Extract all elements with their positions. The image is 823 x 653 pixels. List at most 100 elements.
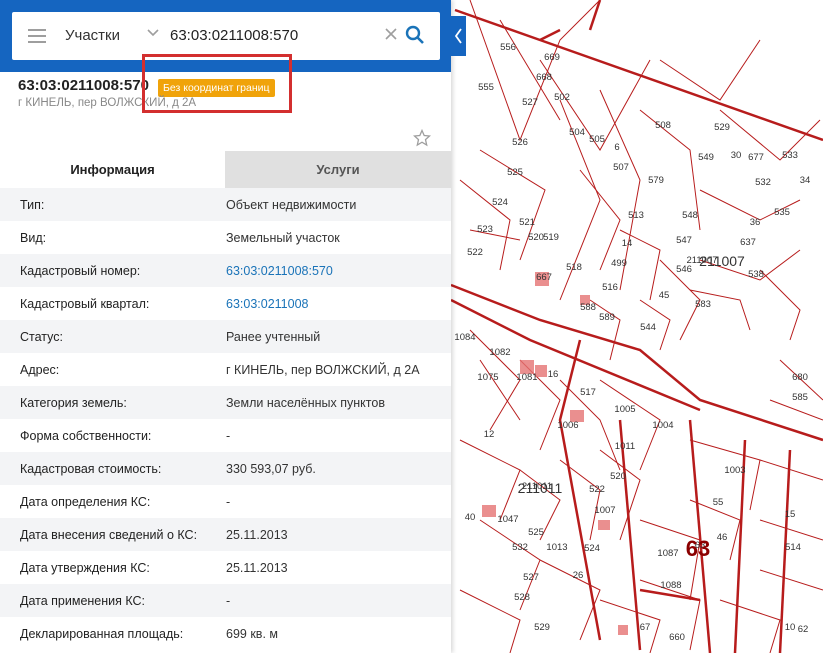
search-type-select[interactable]: Участки [65, 27, 120, 44]
building-footprint [618, 625, 628, 635]
parcel-number-label: 34 [800, 175, 811, 186]
parcel-number-label: 522 [589, 484, 605, 495]
property-value: Объект недвижимости [226, 198, 357, 212]
parcel-number-label: 507 [613, 162, 629, 173]
cadastral-quarter-label: 63 [686, 536, 710, 561]
parcel-number-label: 16 [548, 369, 559, 380]
parcel-number-label: 30 [731, 150, 742, 161]
property-row: Дата применения КС: - [0, 584, 451, 617]
parcel-number-label: 535 [774, 207, 790, 218]
property-value: - [226, 495, 231, 509]
parcel-number-label: 26 [573, 570, 584, 581]
parcel-number-label: 516 [602, 282, 618, 293]
parcel-number-label: 532 [755, 177, 771, 188]
parcel-number-label: 556 [500, 42, 516, 53]
property-label: Кадастровая стоимость: [20, 462, 162, 476]
property-row: Дата определения КС: - [0, 485, 451, 518]
building-footprint [482, 505, 496, 517]
parcel-number-label: 514 [785, 542, 801, 553]
parcel-number-label: 677 [748, 152, 764, 163]
property-value: Земельный участок [226, 231, 340, 245]
property-value: Ранее учтенный [226, 330, 321, 344]
tab-services[interactable]: Услуги [225, 151, 451, 188]
property-value: - [226, 594, 231, 608]
property-row: Вид: Земельный участок [0, 221, 451, 254]
parcel-number-label: 680 [792, 372, 808, 383]
parcel-boundary [759, 459, 823, 481]
parcel-boundary [579, 169, 621, 271]
parcel-number-label: 589 [599, 312, 615, 323]
parcel-number-label: 1088 [660, 580, 681, 591]
property-label: Дата применения КС: [20, 594, 146, 608]
tab-information[interactable]: Информация [0, 151, 225, 188]
parcel-number-label: 579 [648, 175, 664, 186]
parcel-number-label: 528 [514, 592, 530, 603]
parcel-number-label: 1011 [615, 441, 635, 452]
search-input[interactable]: 63:03:0211008:570 [170, 27, 298, 44]
parcel-number-label: 669 [544, 52, 560, 63]
parcel-boundary [769, 399, 823, 421]
parcel-number-label: 14 [622, 238, 633, 249]
properties-table: Тип: Объект недвижимости Вид: Земельный уч… [0, 188, 451, 650]
parcel-boundary [759, 269, 801, 341]
property-label: Вид: [20, 231, 47, 245]
parcel-number-label: 1075 [477, 372, 498, 383]
parcel-number-label: 46 [717, 532, 728, 543]
cadastral-quarter-link[interactable]: 63:03:0211008 [226, 297, 309, 311]
collapse-panel-chevron-icon[interactable] [451, 16, 466, 56]
property-row: Кадастровая стоимость: 330 593,07 руб. [0, 452, 451, 485]
parcel-number-label: 527 [522, 97, 538, 108]
parcel-number-label: 6 [614, 142, 619, 153]
parcel-number-label: 1006 [557, 420, 578, 431]
parcel-number-label: 583 [695, 299, 711, 310]
parcel-number-label: 523 [477, 224, 493, 235]
parcel-number-label: 1013 [546, 542, 567, 553]
search-icon[interactable] [405, 25, 425, 45]
property-label: Дата определения КС: [20, 495, 151, 509]
parcel-number-label: 585 [792, 392, 808, 403]
property-row: Дата внесения сведений о КС: 25.11.2013 [0, 518, 451, 551]
parcel-number-label: 1004 [652, 420, 673, 431]
info-panel: Участки 63:03:0211008:570 63:03:0211008:… [0, 0, 451, 653]
property-row: Адрес: г КИНЕЛЬ, пер ВОЛЖСКИЙ, д 2А [0, 353, 451, 386]
parcel-number-label: 637 [740, 237, 756, 248]
parcel-number-label: 538 [748, 269, 764, 280]
chevron-down-icon[interactable] [146, 26, 160, 40]
property-row: Декларированная площадь: 699 кв. м [0, 617, 451, 650]
property-label: Кадастровый номер: [20, 264, 141, 278]
property-value: - [226, 429, 231, 443]
parcel-boundary [719, 599, 781, 653]
parcel-number-label: 12 [484, 429, 495, 440]
parcel-number-label: 529 [534, 622, 550, 633]
close-icon[interactable] [383, 26, 399, 42]
parcel-number-label: 588 [580, 302, 596, 313]
parcel-number-label: 62 [798, 624, 809, 635]
parcel-number-label: 36 [750, 217, 761, 228]
search-box[interactable]: Участки 63:03:0211008:570 [12, 12, 440, 60]
parcel-number-label: 525 [507, 167, 523, 178]
parcel-number-label: 667 [536, 272, 552, 283]
parcel-number-label: 520 [610, 471, 626, 482]
property-row: Кадастровый номер: 63:03:0211008:570 [0, 254, 451, 287]
parcel-number-label: 526 [512, 137, 528, 148]
parcel-boundary [759, 569, 823, 591]
property-label: Тип: [20, 198, 45, 212]
star-icon[interactable] [413, 129, 431, 147]
parcel-number-label: 547 [676, 235, 692, 246]
property-row: Категория земель: Земли населённых пункто… [0, 386, 451, 419]
property-value: 25.11.2013 [226, 528, 288, 542]
property-value: Земли населённых пунктов [226, 396, 385, 410]
parcel-number-label: 499 [611, 258, 627, 269]
parcel-number-label: 10 [785, 622, 796, 633]
cadastral-quarter-label: 211007 [699, 253, 745, 269]
parcel-number-label: 55 [713, 497, 724, 508]
cadastral-number-link[interactable]: 63:03:0211008:570 [226, 264, 333, 278]
menu-icon[interactable] [28, 29, 46, 43]
parcel-boundary [689, 289, 751, 331]
parcel-number-label: 660 [669, 632, 685, 643]
parcel-number-label: 549 [698, 152, 714, 163]
parcel-number-label: 518 [566, 262, 582, 273]
parcel-number-label: 519 [543, 232, 559, 243]
property-row: Тип: Объект недвижимости [0, 188, 451, 221]
parcel-number-label: 524 [584, 543, 600, 554]
